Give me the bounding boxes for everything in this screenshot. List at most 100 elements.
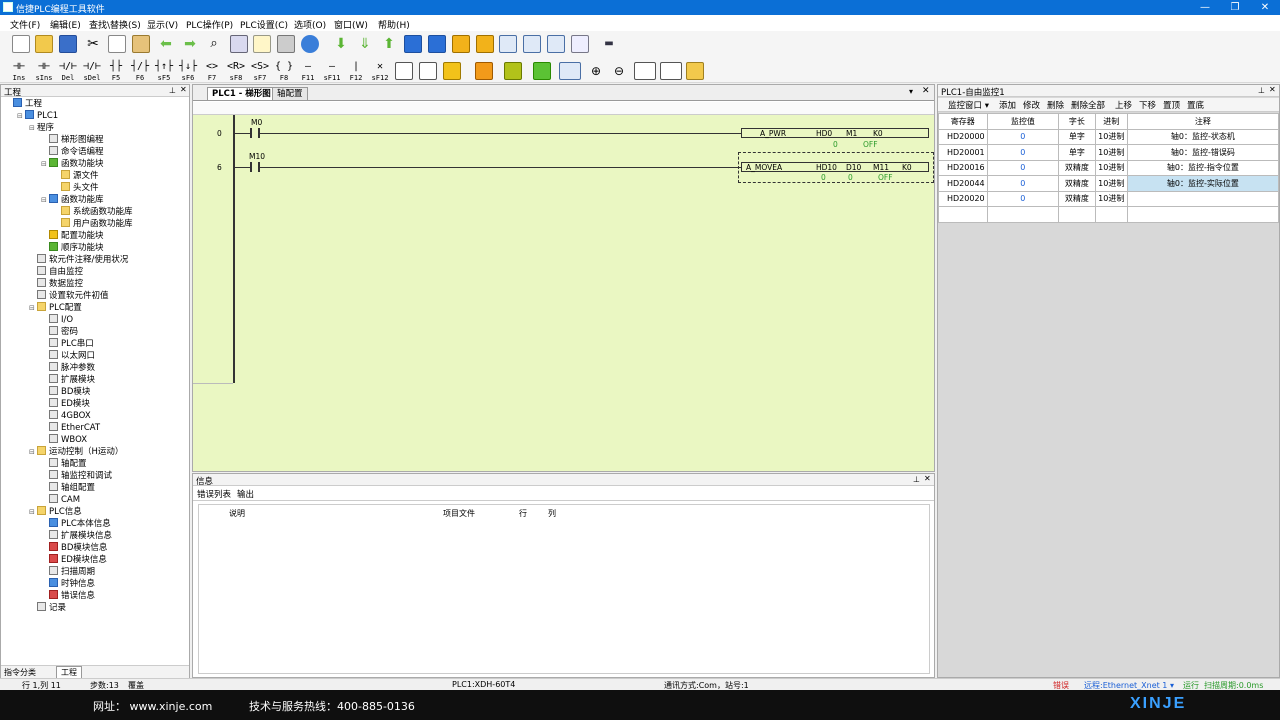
tree-item[interactable]: 设置软元件初值 (29, 290, 109, 302)
move-top-button[interactable]: 置顶 (1163, 99, 1180, 111)
run-icon[interactable] (404, 35, 422, 53)
menu-window[interactable]: 窗口(W) (334, 18, 368, 31)
help-icon[interactable] (301, 35, 319, 53)
zoom-view-icon[interactable] (523, 35, 541, 53)
cell-len[interactable] (1058, 206, 1096, 223)
save-icon[interactable] (59, 35, 77, 53)
col-description[interactable]: 说明 (229, 508, 245, 519)
modify-button[interactable]: 修改 (1023, 99, 1040, 111)
cell-base[interactable]: 10进制 (1094, 159, 1128, 176)
col-project-file[interactable]: 项目文件 (443, 508, 475, 519)
monitor-window-dropdown[interactable]: 监控窗口 ▾ (948, 99, 989, 111)
table-row[interactable]: HD20016 0 双精度 10进制 轴0：监控-指令位置 (938, 159, 1280, 176)
delete-rung-icon[interactable] (419, 62, 437, 80)
close-icon[interactable]: ✕ (922, 86, 930, 96)
cell-note[interactable]: 轴0：监控-指令位置 (1126, 159, 1280, 176)
cell-len[interactable]: 双精度 (1058, 190, 1096, 207)
cell-note[interactable] (1126, 206, 1280, 223)
tab-dropdown-icon[interactable]: ▾ (909, 87, 913, 96)
tree-item[interactable]: ⊟ 程序 (29, 122, 54, 134)
move-up-button[interactable]: 上移 (1115, 99, 1132, 111)
cell-reg[interactable]: HD20020 (938, 190, 988, 207)
add-button[interactable]: 添加 (999, 99, 1016, 111)
cell-reg[interactable]: HD20000 (938, 128, 988, 145)
t-function-icon[interactable] (475, 62, 493, 80)
zoom-out-icon[interactable]: ⊖ (610, 62, 628, 80)
nc-contact-button[interactable]: ┤/├ F6 (129, 61, 151, 82)
back-arrow-icon[interactable]: ⬅ (157, 35, 175, 53)
tree-item[interactable]: 错误信息 (41, 590, 95, 602)
comment-toggle-icon[interactable] (559, 62, 581, 80)
cell-val[interactable]: 0 (986, 190, 1060, 207)
binoculars-icon[interactable]: ⌕ (205, 35, 223, 53)
c-block-icon[interactable] (504, 62, 522, 80)
new-file-icon[interactable] (12, 35, 30, 53)
upload-icon[interactable]: ⬆ (380, 35, 398, 53)
close-button[interactable]: ✕ (1250, 0, 1280, 15)
ruler-icon[interactable]: ▬ (600, 35, 618, 53)
cell-reg[interactable] (938, 206, 988, 223)
cell-len[interactable]: 双精度 (1058, 175, 1096, 192)
unlock-icon[interactable] (476, 35, 494, 53)
tree-item[interactable]: ⊟ PLC信息 (29, 506, 82, 518)
tab-instruction-category[interactable]: 指令分类 (4, 667, 36, 678)
cell-val[interactable]: 0 (986, 128, 1060, 145)
tree-item[interactable]: 4GBOX (41, 410, 91, 422)
delete-hline-button[interactable]: — sF11 (321, 61, 343, 82)
tree-item[interactable]: 软元件注释/使用状况 (29, 254, 128, 266)
expand-toggle-icon[interactable]: ⊟ (17, 110, 25, 122)
table-row[interactable]: HD20020 0 双精度 10进制 (938, 190, 1280, 207)
ladder-view-icon[interactable] (499, 35, 517, 53)
move-bottom-button[interactable]: 置底 (1187, 99, 1204, 111)
no-contact-button[interactable]: ┤├ F5 (105, 61, 127, 82)
col-value[interactable]: 监控值 (986, 113, 1060, 130)
download-all-icon[interactable]: ⇓ (356, 35, 374, 53)
tree-item[interactable]: 数据监控 (29, 278, 83, 290)
col-base[interactable]: 进制 (1094, 113, 1128, 130)
col-column[interactable]: 列 (548, 508, 556, 519)
delete-row-button[interactable]: ⊣/⊢ Del (57, 61, 79, 82)
hline-button[interactable]: — F11 (297, 61, 319, 82)
minimize-button[interactable]: — (1190, 0, 1220, 15)
col-register[interactable]: 寄存器 (938, 113, 988, 130)
cell-base[interactable]: 10进制 (1094, 175, 1128, 192)
close-icon[interactable]: ✕ (180, 85, 187, 94)
tree-item[interactable]: 自由监控 (29, 266, 83, 278)
menu-options[interactable]: 选项(O) (294, 18, 326, 31)
tree-item[interactable]: ⊟ PLC1 (17, 110, 58, 122)
rung-icon[interactable] (395, 62, 413, 80)
expand-toggle-icon[interactable]: ⊟ (29, 122, 37, 134)
refresh-icon[interactable] (686, 62, 704, 80)
cell-val[interactable] (986, 206, 1060, 223)
list-icon[interactable] (253, 35, 271, 53)
cell-val[interactable]: 0 (986, 159, 1060, 176)
instruction-button[interactable]: { } F8 (273, 61, 295, 82)
table-row[interactable] (938, 206, 1280, 223)
tree-item[interactable]: 工程 (5, 98, 42, 110)
tab-axis-config[interactable]: 轴配置 (272, 87, 308, 100)
forward-arrow-icon[interactable]: ➡ (181, 35, 199, 53)
tree-item[interactable]: 脉冲参数 (41, 362, 95, 374)
reset-coil-button[interactable]: <R> sF8 (225, 61, 247, 82)
tree-item[interactable]: 顺序功能块 (41, 242, 104, 254)
tree-item[interactable]: ⊟ 函数功能块 (41, 158, 104, 170)
expand-toggle-icon[interactable]: ⊟ (41, 194, 49, 206)
tree-item[interactable]: 配置功能块 (41, 230, 104, 242)
tree-item[interactable]: PLC本体信息 (41, 518, 111, 530)
falling-edge-button[interactable]: ┤↓├ sF6 (177, 61, 199, 82)
tree-item[interactable]: 轴配置 (41, 458, 87, 470)
maximize-button[interactable]: ❐ (1220, 0, 1250, 15)
menu-find-replace[interactable]: 查找\替换(S) (89, 18, 141, 31)
tree-item[interactable]: 轴组配置 (41, 482, 95, 494)
tree-item[interactable]: I/O (41, 314, 73, 326)
zoom-in-icon[interactable]: ⊕ (587, 62, 605, 80)
delete-col-button[interactable]: ⊣/⊢ sDel (81, 61, 103, 82)
tab-output[interactable]: 输出 (237, 488, 254, 500)
paste-icon[interactable] (132, 35, 150, 53)
tree-item[interactable]: 扫描周期 (41, 566, 95, 578)
delete-all-button[interactable]: 删除全部 (1071, 99, 1105, 111)
tree-item[interactable]: 扩展模块信息 (41, 530, 112, 542)
delete-vline-button[interactable]: ✕ sF12 (369, 61, 391, 82)
coil-button[interactable]: <> F7 (201, 61, 223, 82)
table-row[interactable]: HD20044 0 双精度 10进制 轴0：监控-实际位置 (938, 175, 1280, 192)
